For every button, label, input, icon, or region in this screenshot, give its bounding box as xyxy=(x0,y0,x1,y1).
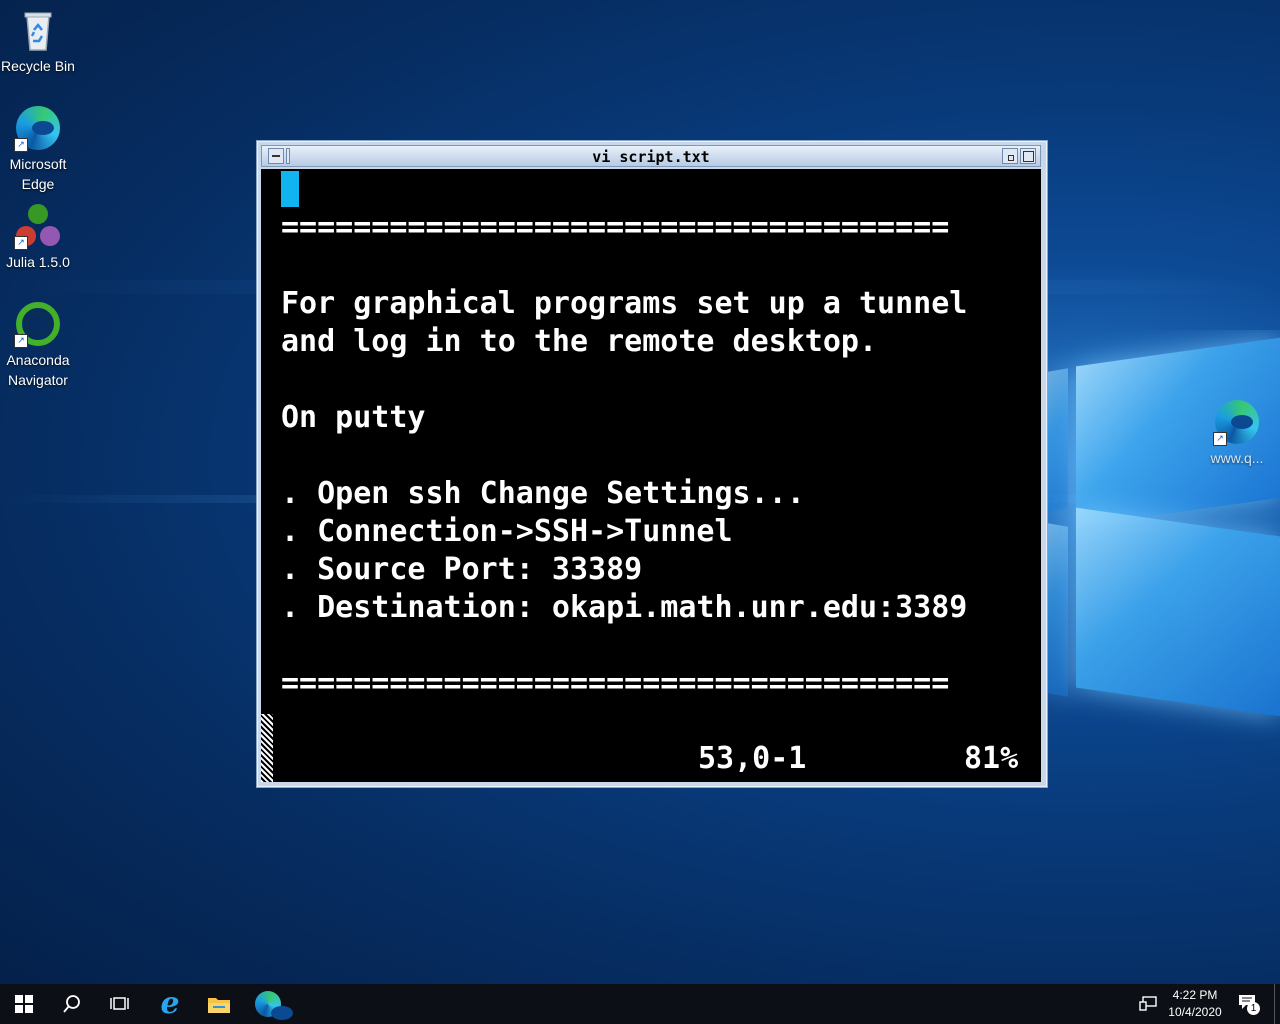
start-button[interactable] xyxy=(0,984,48,1024)
text-line: For graphical programs set up a tunnel xyxy=(281,286,968,321)
text-line: ===================================== xyxy=(281,666,950,701)
internet-explorer-icon: e xyxy=(160,986,180,1021)
text-cursor xyxy=(281,171,299,207)
scrollbar-grip[interactable] xyxy=(261,714,273,782)
julia-icon: ↗ xyxy=(14,202,62,250)
notification-count-badge: 1 xyxy=(1247,1002,1260,1015)
search-button[interactable] xyxy=(48,984,96,1024)
file-explorer-button[interactable] xyxy=(195,984,243,1024)
network-icon xyxy=(1139,996,1157,1011)
action-center-button[interactable]: 1 xyxy=(1228,984,1268,1024)
desktop-icon-label: Anaconda Navigator xyxy=(6,352,70,388)
internet-explorer-button[interactable]: e xyxy=(146,984,194,1024)
desktop-icon-microsoft-edge[interactable]: ↗ Microsoft Edge xyxy=(0,104,76,194)
desktop-icon-anaconda-navigator[interactable]: ↗ Anaconda Navigator xyxy=(0,300,76,390)
shortcut-arrow-icon: ↗ xyxy=(14,236,28,250)
shortcut-arrow-icon: ↗ xyxy=(1213,432,1227,446)
text-line: On putty xyxy=(281,400,426,435)
show-desktop-divider xyxy=(1274,984,1275,1024)
shortcut-arrow-icon: ↗ xyxy=(14,138,28,152)
terminal-window[interactable]: vi script.txt ==========================… xyxy=(256,140,1048,788)
anaconda-icon: ↗ xyxy=(14,300,62,348)
desktop-icon-label: Julia 1.5.0 xyxy=(6,254,70,270)
windows-logo-wallpaper xyxy=(1048,330,1280,740)
text-line: ===================================== xyxy=(281,210,950,245)
terminal-content[interactable]: ===================================== Fo… xyxy=(261,169,1041,782)
maximize-button[interactable] xyxy=(1020,148,1036,164)
desktop-icon-label: www.q... xyxy=(1210,450,1264,466)
shortcut-arrow-icon: ↗ xyxy=(14,334,28,348)
window-titlebar[interactable]: vi script.txt xyxy=(261,145,1041,167)
windows-start-icon xyxy=(15,995,33,1013)
text-line: . Open ssh Change Settings... xyxy=(281,476,805,511)
desktop-icon-julia[interactable]: ↗ Julia 1.5.0 xyxy=(0,202,76,272)
window-title: vi script.txt xyxy=(592,148,710,166)
desktop-icon-label: Microsoft Edge xyxy=(9,156,67,192)
desktop-icon-edge-shortcut[interactable]: ↗ www.q... xyxy=(1198,398,1276,468)
desktop-icon-label: Recycle Bin xyxy=(1,58,75,74)
text-line: . Source Port: 33389 xyxy=(281,552,643,587)
edge-icon xyxy=(255,991,293,1020)
clock-date[interactable]: 10/4/2020 xyxy=(1160,1004,1230,1020)
text-line: . Connection->SSH->Tunnel xyxy=(281,514,733,549)
desktop-icon-recycle-bin[interactable]: Recycle Bin xyxy=(0,6,76,76)
recycle-bin-icon xyxy=(14,6,62,54)
search-icon xyxy=(63,995,80,1013)
clock-time[interactable]: 4:22 PM xyxy=(1160,987,1230,1003)
taskbar: e 4:22 PM 10/4/2020 1 xyxy=(0,984,1280,1024)
cursor-position-status: 53,0-1 xyxy=(698,741,807,776)
folder-icon xyxy=(208,998,230,1013)
scroll-percent-status: 81% xyxy=(964,741,1019,776)
task-view-button[interactable] xyxy=(96,984,144,1024)
text-line: and log in to the remote desktop. xyxy=(281,324,878,359)
text-line: . Destination: okapi.math.unr.edu:3389 xyxy=(281,590,968,625)
task-view-icon xyxy=(110,997,129,1010)
minimize-button[interactable] xyxy=(1002,148,1018,164)
edge-taskbar-button[interactable] xyxy=(244,984,293,1024)
